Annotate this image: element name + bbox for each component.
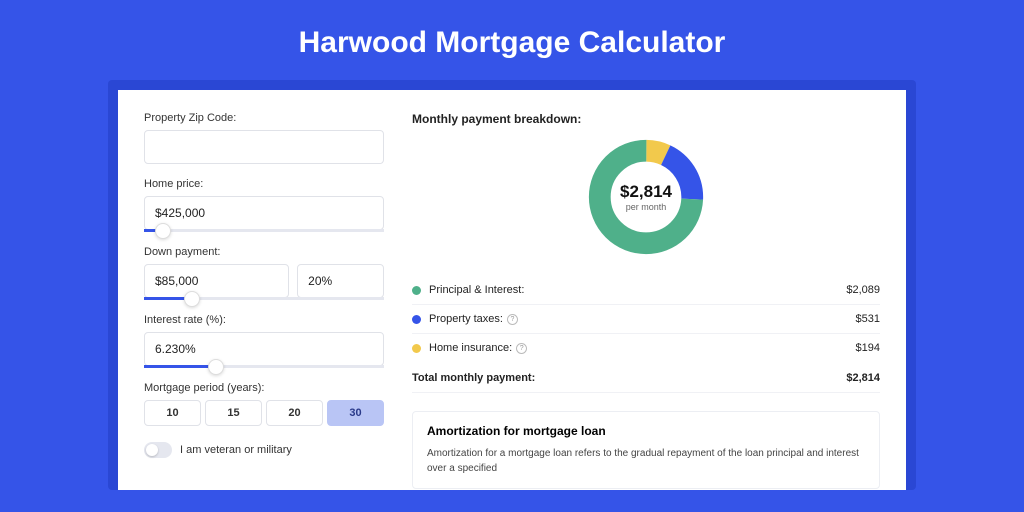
period-option-20[interactable]: 20 <box>266 400 323 426</box>
donut-center-amount: $2,814 <box>620 182 672 202</box>
donut-chart-wrap: $2,814 per month <box>412 136 880 258</box>
down-payment-group: Down payment: <box>144 246 384 300</box>
zip-label: Property Zip Code: <box>144 112 384 124</box>
home-price-label: Home price: <box>144 178 384 190</box>
breakdown-row: Principal & Interest:$2,089 <box>412 276 880 305</box>
down-payment-label: Down payment: <box>144 246 384 258</box>
legend-dot <box>412 315 421 324</box>
info-icon[interactable]: ? <box>507 314 518 325</box>
breakdown-item-value: $2,089 <box>846 284 880 296</box>
amortization-title: Amortization for mortgage loan <box>427 424 865 438</box>
calculator-card: Property Zip Code: Home price: Down paym… <box>118 90 906 490</box>
breakdown-row: Home insurance:?$194 <box>412 334 880 362</box>
down-payment-slider[interactable] <box>144 297 384 300</box>
breakdown-column: Monthly payment breakdown: $2,814 per mo… <box>412 112 880 490</box>
slider-thumb[interactable] <box>208 359 224 375</box>
breakdown-item-label: Home insurance:? <box>429 342 856 354</box>
toggle-knob <box>146 444 158 456</box>
zip-field-group: Property Zip Code: <box>144 112 384 164</box>
down-payment-amount-input[interactable] <box>144 264 289 298</box>
zip-input[interactable] <box>144 130 384 164</box>
interest-rate-slider[interactable] <box>144 365 384 368</box>
period-option-30[interactable]: 30 <box>327 400 384 426</box>
donut-center-sub: per month <box>626 202 667 212</box>
amortization-card: Amortization for mortgage loan Amortizat… <box>412 411 880 489</box>
donut-chart: $2,814 per month <box>585 136 707 258</box>
breakdown-item-value: $531 <box>856 313 880 325</box>
form-column: Property Zip Code: Home price: Down paym… <box>144 112 384 490</box>
period-option-15[interactable]: 15 <box>205 400 262 426</box>
slider-thumb[interactable] <box>155 223 171 239</box>
period-group: Mortgage period (years): 10152030 <box>144 382 384 426</box>
interest-rate-label: Interest rate (%): <box>144 314 384 326</box>
home-price-slider[interactable] <box>144 229 384 232</box>
breakdown-row: Property taxes:?$531 <box>412 305 880 334</box>
calculator-card-outer: Property Zip Code: Home price: Down paym… <box>108 80 916 490</box>
period-options: 10152030 <box>144 400 384 426</box>
home-price-group: Home price: <box>144 178 384 232</box>
info-icon[interactable]: ? <box>516 343 527 354</box>
breakdown-list: Principal & Interest:$2,089Property taxe… <box>412 276 880 362</box>
breakdown-total-label: Total monthly payment: <box>412 372 846 384</box>
breakdown-item-value: $194 <box>856 342 880 354</box>
veteran-toggle-row: I am veteran or military <box>144 442 384 458</box>
amortization-text: Amortization for a mortgage loan refers … <box>427 446 865 476</box>
legend-dot <box>412 286 421 295</box>
slider-thumb[interactable] <box>184 291 200 307</box>
legend-dot <box>412 344 421 353</box>
period-label: Mortgage period (years): <box>144 382 384 394</box>
home-price-input[interactable] <box>144 196 384 230</box>
breakdown-item-label: Property taxes:? <box>429 313 856 325</box>
veteran-toggle[interactable] <box>144 442 172 458</box>
breakdown-title: Monthly payment breakdown: <box>412 112 880 126</box>
page-title: Harwood Mortgage Calculator <box>0 0 1024 80</box>
breakdown-total-row: Total monthly payment: $2,814 <box>412 362 880 393</box>
breakdown-item-label: Principal & Interest: <box>429 284 846 296</box>
veteran-label: I am veteran or military <box>180 444 292 456</box>
breakdown-total-value: $2,814 <box>846 372 880 384</box>
period-option-10[interactable]: 10 <box>144 400 201 426</box>
down-payment-percent-input[interactable] <box>297 264 384 298</box>
interest-rate-group: Interest rate (%): <box>144 314 384 368</box>
interest-rate-input[interactable] <box>144 332 384 366</box>
